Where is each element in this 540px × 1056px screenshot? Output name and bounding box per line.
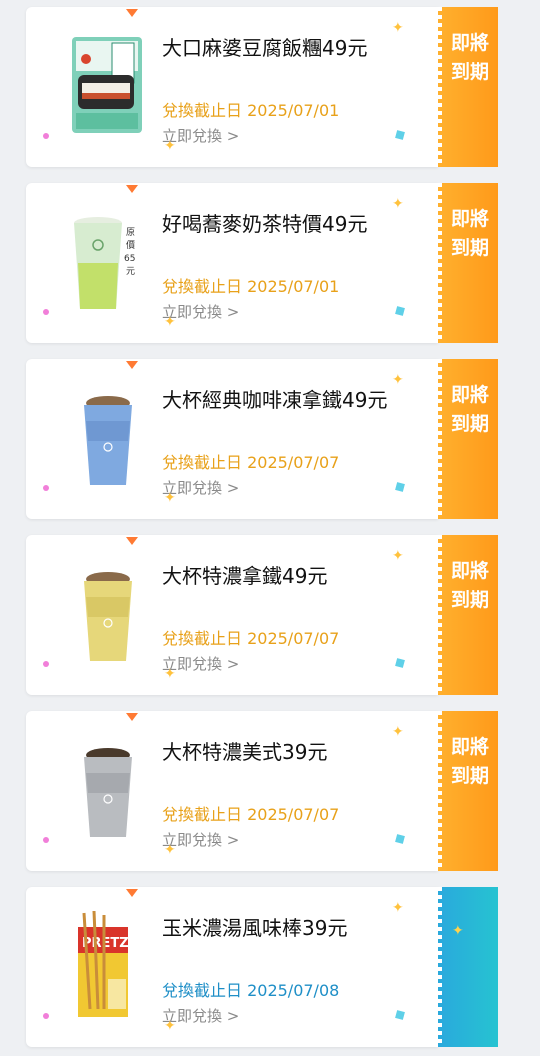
coupon-deadline: 兌換截止日 2025/07/01 bbox=[162, 101, 340, 120]
expiry-tab-label: 即將到期 bbox=[450, 560, 489, 611]
confetti-dot-icon bbox=[43, 309, 49, 315]
coupon-deadline: 兌換截止日 2025/07/07 bbox=[162, 629, 340, 648]
expiry-tab: 即將到期 bbox=[438, 711, 512, 871]
expiry-tab-label: 即將到期 bbox=[450, 736, 489, 787]
coupon-title: 大杯特濃美式39元 bbox=[162, 740, 328, 764]
sparkle-icon: ✦ bbox=[392, 548, 404, 564]
expiry-tab-label: 即將到期 bbox=[450, 32, 489, 83]
coupon-deadline: 兌換截止日 2025/07/07 bbox=[162, 453, 340, 472]
svg-text:元: 元 bbox=[126, 267, 135, 277]
coupon-card[interactable]: 大杯經典咖啡凍拿鐵49元 兌換截止日 2025/07/07 立即兌換 > ✦ ✦… bbox=[26, 359, 512, 519]
silver-coffee-cup-icon bbox=[84, 748, 132, 837]
yellow-coffee-cup-icon bbox=[84, 572, 132, 661]
blue-coffee-cup-icon bbox=[84, 396, 132, 485]
coupon-card[interactable]: 大杯特濃美式39元 兌換截止日 2025/07/07 立即兌換 > ✦ ✦ 即將… bbox=[26, 711, 512, 871]
expiry-tab: 即將到期 bbox=[438, 535, 512, 695]
expiry-tab: 即將到期 bbox=[438, 359, 512, 519]
svg-text:原: 原 bbox=[126, 227, 135, 238]
pretz-box-icon: PRETZ bbox=[78, 910, 129, 1017]
onigiri-pack-icon bbox=[72, 37, 142, 133]
coupon-title: 大杯經典咖啡凍拿鐵49元 bbox=[162, 388, 388, 412]
coupon-card[interactable]: 原 價 65 元 好喝蕎麥奶茶特價49元 兌換截止日 2025/07/01 立即… bbox=[26, 183, 512, 343]
sparkle-icon: ✦ bbox=[392, 900, 404, 916]
sparkle-icon: ✦ bbox=[164, 138, 176, 154]
sparkle-icon: ✦ bbox=[392, 724, 404, 740]
confetti-square-icon bbox=[395, 658, 405, 668]
coupon-body[interactable]: 大口麻婆豆腐飯糰49元 兌換截止日 2025/07/01 立即兌換 > ✦ ✦ bbox=[26, 7, 438, 167]
confetti-square-icon bbox=[395, 482, 405, 492]
coupon-deadline: 兌換截止日 2025/07/01 bbox=[162, 277, 340, 296]
expiry-tab: 即將到期 bbox=[438, 7, 512, 167]
confetti-dot-icon bbox=[43, 133, 49, 139]
coupon-body[interactable]: 大杯特濃美式39元 兌換截止日 2025/07/07 立即兌換 > ✦ ✦ bbox=[26, 711, 438, 871]
confetti-square-icon bbox=[395, 834, 405, 844]
coupon-body[interactable]: PRETZ 玉米濃湯風味棒39元 兌換截止日 2025/07/08 立即兌換 >… bbox=[26, 887, 438, 1047]
sparkle-icon: ✦ bbox=[164, 1018, 176, 1034]
expiry-tab: 即將到期 bbox=[438, 183, 512, 343]
confetti-triangle-icon bbox=[126, 361, 138, 369]
confetti-dot-icon bbox=[43, 837, 49, 843]
confetti-triangle-icon bbox=[126, 9, 138, 17]
svg-text:65: 65 bbox=[124, 254, 135, 264]
coupon-body[interactable]: 原 價 65 元 好喝蕎麥奶茶特價49元 兌換截止日 2025/07/01 立即… bbox=[26, 183, 438, 343]
coupon-card[interactable]: PRETZ 玉米濃湯風味棒39元 兌換截止日 2025/07/08 立即兌換 >… bbox=[26, 887, 512, 1047]
confetti-square-icon bbox=[395, 306, 405, 316]
sparkle-icon: ✦ bbox=[392, 372, 404, 388]
confetti-triangle-icon bbox=[126, 185, 138, 193]
confetti-dot-icon bbox=[43, 485, 49, 491]
milk-tea-cup-icon: 原 價 65 元 bbox=[74, 217, 135, 309]
status-tab: ✦ bbox=[438, 887, 512, 1047]
expiry-tab-label: 即將到期 bbox=[450, 384, 489, 435]
coupon-title: 大口麻婆豆腐飯糰49元 bbox=[162, 36, 368, 60]
confetti-square-icon bbox=[395, 1010, 405, 1020]
coupon-deadline: 兌換截止日 2025/07/08 bbox=[162, 981, 340, 1000]
sparkle-icon: ✦ bbox=[392, 20, 404, 36]
confetti-dot-icon bbox=[43, 661, 49, 667]
confetti-triangle-icon bbox=[126, 889, 138, 897]
coupon-deadline: 兌換截止日 2025/07/07 bbox=[162, 805, 340, 824]
confetti-square-icon bbox=[395, 130, 405, 140]
expiry-tab-label: 即將到期 bbox=[450, 208, 489, 259]
sparkle-icon: ✦ bbox=[452, 923, 464, 939]
svg-text:價: 價 bbox=[126, 240, 135, 251]
sparkle-icon: ✦ bbox=[392, 196, 404, 212]
coupon-card[interactable]: 大口麻婆豆腐飯糰49元 兌換截止日 2025/07/01 立即兌換 > ✦ ✦ … bbox=[26, 7, 512, 167]
confetti-triangle-icon bbox=[126, 537, 138, 545]
sparkle-icon: ✦ bbox=[164, 842, 176, 858]
coupon-body[interactable]: 大杯特濃拿鐵49元 兌換截止日 2025/07/07 立即兌換 > ✦ ✦ bbox=[26, 535, 438, 695]
coupon-title: 好喝蕎麥奶茶特價49元 bbox=[162, 212, 368, 236]
coupon-title: 大杯特濃拿鐵49元 bbox=[162, 564, 328, 588]
coupon-card[interactable]: 大杯特濃拿鐵49元 兌換截止日 2025/07/07 立即兌換 > ✦ ✦ 即將… bbox=[26, 535, 512, 695]
sparkle-icon: ✦ bbox=[164, 490, 176, 506]
confetti-dot-icon bbox=[43, 1013, 49, 1019]
coupon-title: 玉米濃湯風味棒39元 bbox=[162, 916, 348, 940]
sparkle-icon: ✦ bbox=[164, 314, 176, 330]
coupon-body[interactable]: 大杯經典咖啡凍拿鐵49元 兌換截止日 2025/07/07 立即兌換 > ✦ ✦ bbox=[26, 359, 438, 519]
sparkle-icon: ✦ bbox=[164, 666, 176, 682]
confetti-triangle-icon bbox=[126, 713, 138, 721]
